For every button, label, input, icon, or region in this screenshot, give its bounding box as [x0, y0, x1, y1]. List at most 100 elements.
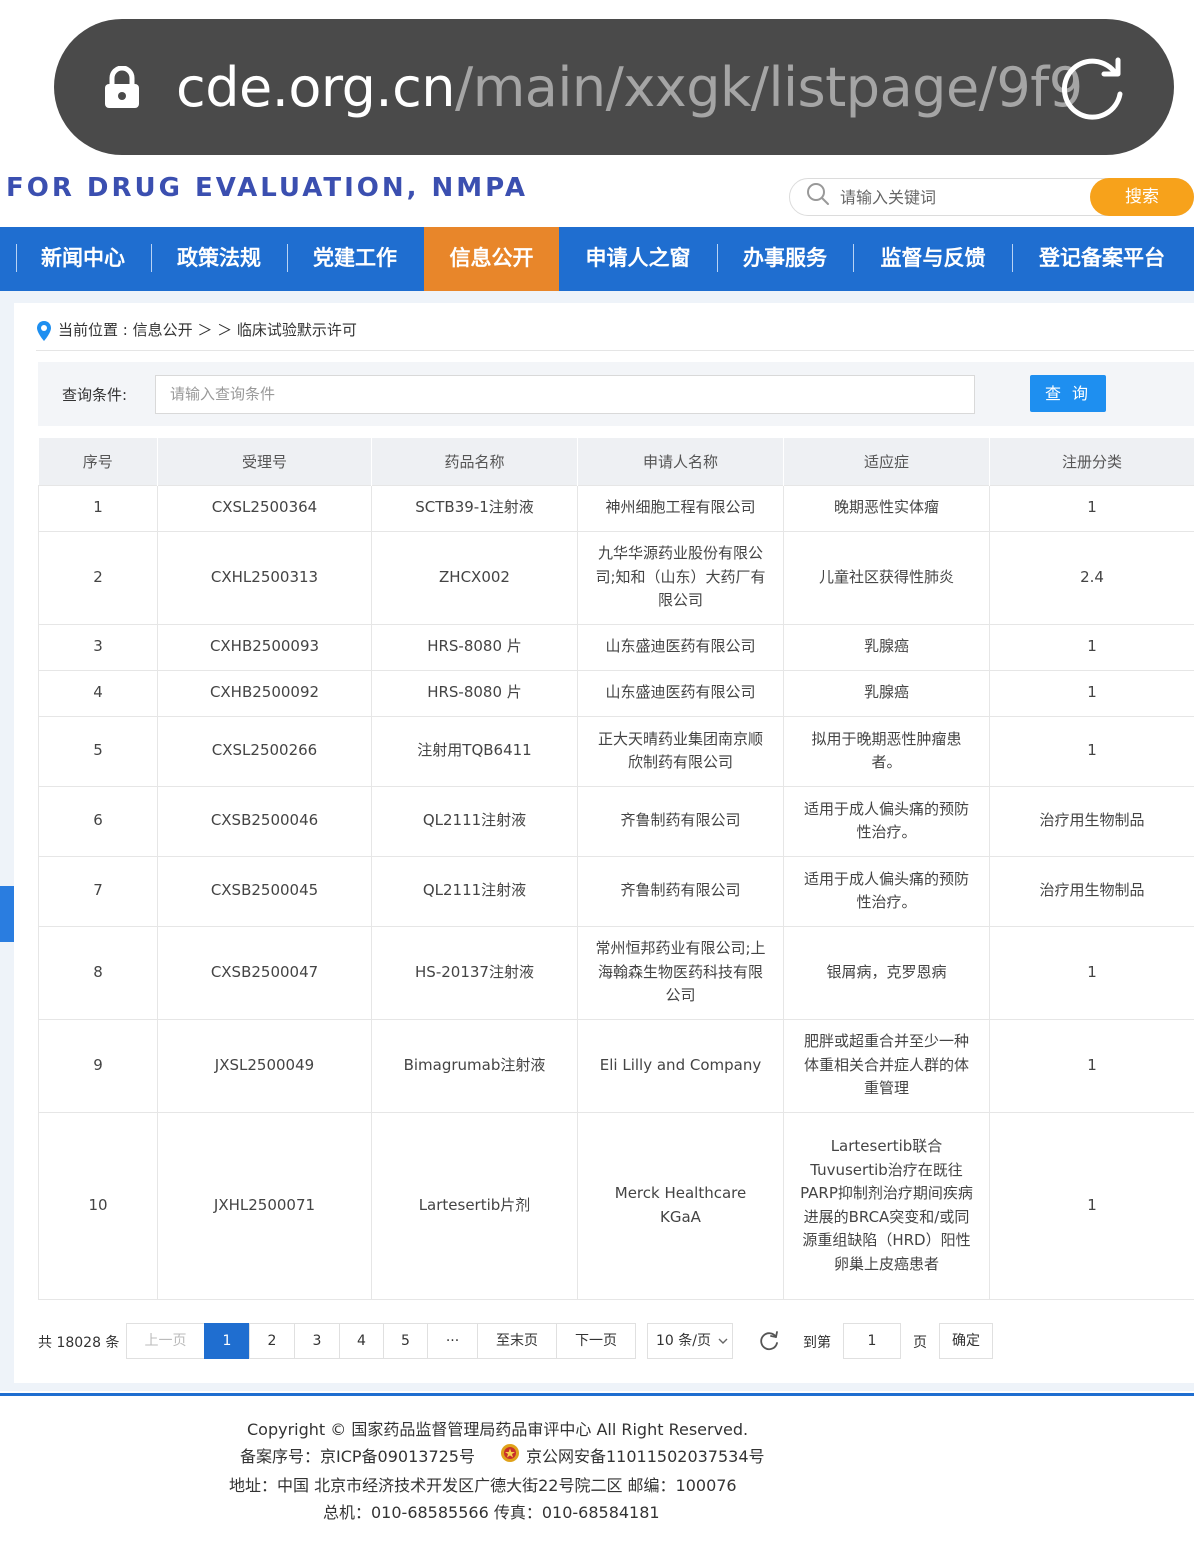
footer-icp[interactable]: 备案序号：京ICP备09013725号 [240, 1443, 475, 1467]
url-path: /main/xxgk/listpage/9f9 [455, 56, 1083, 119]
column-header: 受理号 [157, 438, 372, 485]
prev-page-button[interactable]: 上一页 [126, 1323, 205, 1359]
page-button-3[interactable]: 3 [294, 1323, 340, 1359]
table-cell: CXSL2500364 [157, 484, 372, 532]
query-input[interactable]: 请输入查询条件 [155, 375, 975, 414]
nav-separator [717, 244, 718, 272]
table-cell: 适用于成人偏头痛的预防性治疗。 [783, 855, 990, 927]
address-text[interactable]: cde.org.cn/main/xxgk/listpage/9f9 [176, 52, 1083, 124]
table-cell: 常州恒邦药业有限公司;上海翰森生物医药科技有限公司 [577, 925, 784, 1020]
table-cell: 5 [38, 715, 158, 787]
refresh-icon[interactable] [758, 1330, 780, 1352]
table-row: 10 JXHL2500071 Lartesertib片剂 Merck Healthca… [38, 1111, 1194, 1300]
table-cell: ZHCX002 [371, 530, 578, 625]
page-button-5[interactable]: 5 [383, 1323, 428, 1359]
page-suffix-label: 页 [913, 1335, 927, 1351]
goto-confirm-button[interactable]: 确定 [939, 1323, 993, 1359]
column-header: 适应症 [783, 438, 990, 485]
pagination: 共 18028 条 上一页 1 2 3 4 5 ··· 至末页 下一页 10 条… [0, 1322, 1194, 1360]
nav-item-news[interactable]: 新闻中心 [24, 227, 142, 291]
breadcrumb: 当前位置 : 信息公开 ＞ ＞ 临床试验默示许可 [58, 321, 357, 339]
table-row: 9 JXSL2500049 Bimagrumab注射液 Eli Lilly and C… [38, 1018, 1194, 1113]
url-domain: cde.org.cn [176, 56, 456, 119]
chevron-down-icon [718, 1338, 728, 1344]
page-button-4[interactable]: 4 [339, 1323, 384, 1359]
table-cell: CXHB2500092 [157, 669, 372, 717]
nav-item-applicant[interactable]: 申请人之窗 [570, 227, 706, 291]
table-cell: 7 [38, 855, 158, 927]
table-cell: 肥胖或超重合并至少一种体重相关合并症人群的体重管理 [783, 1018, 990, 1113]
table-cell: CXHB2500093 [157, 623, 372, 671]
table-cell: 10 [38, 1111, 158, 1300]
search-icon [807, 183, 829, 205]
next-page-button[interactable]: 下一页 [556, 1323, 636, 1359]
side-tab[interactable] [0, 886, 14, 942]
main-nav: 新闻中心 政策法规 党建工作 信息公开 申请人之窗 办事服务 监督与反馈 登记备… [0, 227, 1194, 291]
table-cell: 儿童社区获得性肺炎 [783, 530, 990, 625]
reload-icon[interactable] [1058, 52, 1128, 122]
nav-item-policy[interactable]: 政策法规 [160, 227, 278, 291]
table-cell: 1 [989, 925, 1194, 1020]
table-cell: QL2111注射液 [371, 785, 578, 857]
column-header: 注册分类 [989, 438, 1194, 485]
page-button-2[interactable]: 2 [249, 1323, 295, 1359]
query-button[interactable]: 查 询 [1030, 375, 1106, 412]
page-button-1[interactable]: 1 [204, 1323, 250, 1359]
table-cell: CXSB2500047 [157, 925, 372, 1020]
table-cell: QL2111注射液 [371, 855, 578, 927]
table-cell: 9 [38, 1018, 158, 1113]
table-row: 3 CXHB2500093 HRS-8080 片山东盛迪医药有限公司 乳腺癌 1 [38, 623, 1194, 671]
footer-address: 地址：中国 北京市经济技术开发区广德大街22号院二区 邮编：100076 [229, 1476, 737, 1495]
table-row: 2 CXHL2500313 ZHCX002 九华华源药业股份有限公司;知和（山东）大药… [38, 530, 1194, 625]
site-header: FOR DRUG EVALUATION, NMPA 请输入关键词 搜索 [0, 172, 1194, 228]
table-cell: 4 [38, 669, 158, 717]
column-header: 药品名称 [371, 438, 578, 485]
table-cell: 1 [989, 1111, 1194, 1300]
pagination-total: 共 18028 条 [38, 1335, 120, 1351]
nav-separator [151, 244, 152, 272]
page-ellipsis[interactable]: ··· [427, 1323, 478, 1359]
footer-copyright: Copyright © 国家药品监督管理局药品审评中心 All Right Re… [247, 1420, 749, 1439]
table-header-row: 序号 受理号 药品名称 申请人名称 适应症 注册分类 [38, 438, 1194, 485]
goto-page-input[interactable]: 1 [843, 1323, 901, 1359]
results-table-wrapper: 序号 受理号 药品名称 申请人名称 适应症 注册分类 1 CXSL2500364 S… [38, 438, 1194, 1300]
table-row: 7 CXSB2500045 QL2111注射液 齐鲁制药有限公司 适用于成人偏头痛的预防… [38, 855, 1194, 927]
nav-separator [16, 244, 17, 272]
table-cell: HRS-8080 片 [371, 623, 578, 671]
table-cell: 1 [989, 715, 1194, 787]
table-cell: JXHL2500071 [157, 1111, 372, 1300]
table-cell: 1 [989, 669, 1194, 717]
nav-item-registration[interactable]: 登记备案平台 [1022, 227, 1182, 291]
police-emblem-icon [501, 1444, 519, 1462]
nav-item-supervision[interactable]: 监督与反馈 [862, 227, 1004, 291]
table-cell: 1 [989, 484, 1194, 532]
table-cell: 注射用TQB6411 [371, 715, 578, 787]
browser-toolbar: cde.org.cn/main/xxgk/listpage/9f9 [0, 0, 1194, 172]
footer-phone: 总机：010-68585566 传真：010-68584181 [323, 1503, 660, 1522]
site-search-button[interactable]: 搜索 [1090, 178, 1194, 216]
page-size-select[interactable]: 10 条/页 [647, 1323, 733, 1359]
table-body: 1 CXSL2500364 SCTB39-1注射液 神州细胞工程有限公司 晚期恶性实体瘤… [38, 484, 1194, 1300]
table-cell: 3 [38, 623, 158, 671]
table-cell: HRS-8080 片 [371, 669, 578, 717]
last-page-button[interactable]: 至末页 [477, 1323, 557, 1359]
table-cell: 晚期恶性实体瘤 [783, 484, 990, 532]
table-cell: 1 [989, 1018, 1194, 1113]
nav-item-party[interactable]: 党建工作 [296, 227, 414, 291]
table-cell: 治疗用生物制品 [989, 855, 1194, 927]
nav-separator [287, 244, 288, 272]
table-cell: Lartesertib片剂 [371, 1111, 578, 1300]
goto-label: 到第 [803, 1335, 831, 1351]
table-cell: CXSB2500046 [157, 785, 372, 857]
nav-item-services[interactable]: 办事服务 [726, 227, 844, 291]
table-cell: JXSL2500049 [157, 1018, 372, 1113]
table-cell: Eli Lilly and Company [577, 1018, 784, 1113]
nav-item-info-public[interactable]: 信息公开 [424, 227, 559, 291]
table-cell: 1 [989, 623, 1194, 671]
table-cell: CXSB2500045 [157, 855, 372, 927]
table-cell: 银屑病，克罗恩病 [783, 925, 990, 1020]
table-cell: CXSL2500266 [157, 715, 372, 787]
table-cell: HS-20137注射液 [371, 925, 578, 1020]
footer-police-record[interactable]: 京公网安备11011502037534号 [526, 1443, 765, 1467]
table-cell: 齐鲁制药有限公司 [577, 855, 784, 927]
